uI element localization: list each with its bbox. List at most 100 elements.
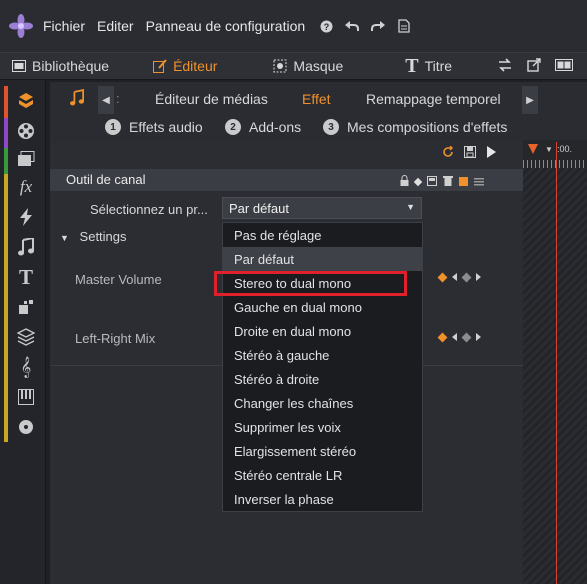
library-icon [12,60,26,72]
dropdown-option-selected[interactable]: Par défaut [223,247,422,271]
timecode: :00. [557,144,573,154]
clips-stack-icon[interactable] [8,144,44,174]
effect-categories: 1 Effets audio 2 Add-ons 3 Mes compositi… [50,118,587,140]
app-logo-icon [9,14,33,38]
film-reel-icon[interactable] [8,116,44,146]
add-keyframe-icon[interactable] [461,272,472,282]
mask-icon [273,59,287,73]
timeline-ruler[interactable] [523,160,587,168]
tab-separator: : [116,91,120,106]
tool-header-icons [400,174,484,189]
prev-keyframe-icon[interactable] [452,273,457,281]
chevron-down-icon: ▼ [406,202,415,212]
dropdown-option[interactable]: Changer les chaînes [223,391,422,415]
keyframe-diamond-icon[interactable] [437,272,448,282]
scroll-left-button[interactable]: ◀ [98,86,114,114]
treble-clef-icon[interactable]: 𝄞 [8,352,44,382]
dropdown-option[interactable]: Gauche en dual mono [223,295,422,319]
tab-time-remapping[interactable]: Remappage temporel [366,91,501,107]
keyframe-controls [437,272,481,282]
layers-icon[interactable] [8,322,44,352]
triangle-down-icon: ▼ [60,233,69,243]
expand-icon[interactable] [427,174,437,189]
audio-effects-icon[interactable] [8,86,44,116]
timeline-track[interactable] [523,168,587,584]
panel-toolbar [442,145,496,161]
external-window-icon[interactable] [527,57,541,75]
play-icon[interactable] [486,146,496,161]
menu-edit[interactable]: Editer [97,18,134,34]
lock-icon[interactable] [400,174,409,189]
dropdown-option[interactable]: Droite en dual mono [223,319,422,343]
dropdown-option[interactable]: Pas de réglage [223,223,422,247]
preset-dropdown-list: Pas de réglage Par défaut Stereo to dual… [222,222,423,512]
disc-icon[interactable] [8,412,44,442]
category-number: 2 [225,119,241,135]
document-icon[interactable] [395,17,413,35]
reset-icon[interactable] [442,145,454,161]
chevron-down-icon[interactable]: ▼ [545,145,553,154]
category-audio-effects[interactable]: 1 Effets audio [105,119,203,135]
settings-section-toggle[interactable]: ▼ Settings [60,229,127,244]
transform-icon[interactable] [8,292,44,322]
preset-label: Sélectionnez un pr... [90,202,208,217]
scroll-right-button[interactable]: ▶ [522,86,538,114]
fx-icon[interactable]: fx [8,172,44,202]
music-note-icon[interactable] [8,232,44,262]
dropdown-option[interactable]: Inverser la phase [223,487,422,511]
swap-icon[interactable] [497,57,513,75]
redo-icon[interactable] [369,17,387,35]
tab-title[interactable]: T Titre [397,52,460,80]
svg-text:?: ? [323,22,329,32]
menu-control-panel[interactable]: Panneau de configuration [146,18,306,34]
preset-dropdown[interactable]: Par défaut ▼ [222,197,422,219]
category-add-ons[interactable]: 2 Add-ons [225,119,301,135]
trash-icon[interactable] [443,174,453,189]
keyframe-controls [437,332,481,342]
tab-library[interactable]: Bibliothèque [0,52,117,80]
category-my-compositions[interactable]: 3 Mes compositions d'effets [323,119,507,135]
tab-editor[interactable]: Éditeur [145,52,225,80]
keyframe-diamond-icon[interactable] [413,177,423,186]
dropdown-option[interactable]: Stéréo centrale LR [223,463,422,487]
category-number: 3 [323,119,339,135]
dropdown-option[interactable]: Stéréo à gauche [223,343,422,367]
dropdown-option[interactable]: Elargissement stéréo [223,439,422,463]
next-keyframe-icon[interactable] [476,273,481,281]
dropdown-option[interactable]: Stéréo à droite [223,367,422,391]
piano-keys-icon[interactable] [8,382,44,412]
help-icon[interactable]: ? [317,17,335,35]
menu-file[interactable]: Fichier [43,18,85,34]
timeline-strip: ▼ :00. [523,140,587,584]
main-tabs-tools [497,57,587,75]
menu-lines-icon[interactable] [474,174,484,189]
title-icon: T [405,54,419,77]
param-left-right-mix: Left-Right Mix [75,331,156,346]
lightning-icon[interactable] [8,202,44,232]
music-note-icon[interactable] [70,89,84,110]
tool-title: Outil de canal [66,172,146,187]
undo-icon[interactable] [343,17,361,35]
category-number: 1 [105,119,121,135]
dropdown-option[interactable]: Supprimer les voix [223,415,422,439]
tab-media-editor[interactable]: Éditeur de médias [155,91,268,107]
param-master-volume: Master Volume [75,272,162,287]
annotation-highlight-box [214,271,407,296]
text-title-icon[interactable]: T [8,262,44,292]
layout-icon[interactable] [555,58,573,74]
left-tool-rail: fx T 𝄞 [0,80,46,584]
add-keyframe-icon[interactable] [461,332,472,342]
menu-bar: Fichier Editer Panneau de configuration … [0,0,587,52]
next-keyframe-icon[interactable] [476,333,481,341]
save-icon[interactable] [464,146,476,161]
effects-subheader: ◀ : Éditeur de médias Effet Remappage te… [50,82,587,118]
tab-effect[interactable]: Effet [302,91,331,107]
preset-value: Par défaut [229,200,289,216]
prev-keyframe-icon[interactable] [452,333,457,341]
timeline-marker-icon[interactable] [528,144,538,154]
keyframe-diamond-icon[interactable] [437,332,448,342]
main-tabs: Bibliothèque Éditeur Masque T Titre [0,52,587,80]
tab-mask[interactable]: Masque [265,52,351,80]
toggle-effect-icon[interactable] [459,177,468,186]
playhead[interactable] [556,142,557,584]
